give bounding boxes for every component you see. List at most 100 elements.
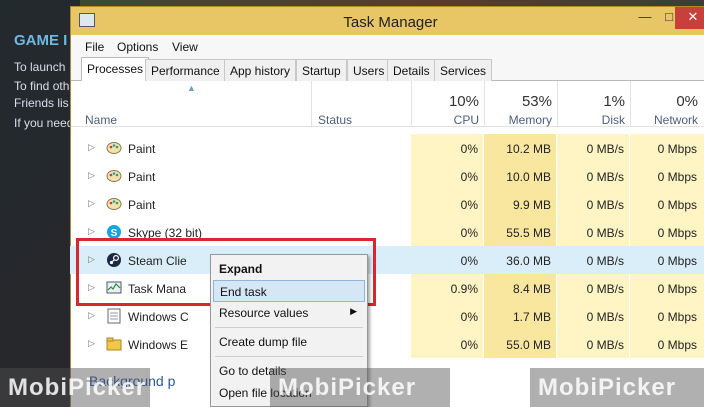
process-row[interactable]: ▷ Windows C 0% 1.7 MB 0 MB/s 0 Mbps — [70, 302, 704, 330]
menu-view[interactable]: View — [172, 40, 198, 54]
disk-value: 0 MB/s — [586, 310, 624, 324]
network-value: 0 Mbps — [657, 198, 697, 212]
memory-value: 36.0 MB — [506, 254, 551, 268]
network-value: 0 Mbps — [657, 310, 697, 324]
cpu-value: 0% — [460, 310, 478, 324]
memory-value: 10.2 MB — [506, 142, 551, 156]
process-name: Windows E — [128, 338, 189, 352]
explorer-icon — [106, 336, 122, 352]
cpu-value: 0% — [460, 142, 478, 156]
menu-separator — [215, 356, 363, 357]
process-row[interactable]: ▷ Paint 0% 10.2 MB 0 MB/s 0 Mbps — [70, 134, 704, 162]
process-row[interactable]: ▷ Paint 0% 10.0 MB 0 MB/s 0 Mbps — [70, 162, 704, 190]
cpu-usage-percent[interactable]: 10% — [416, 93, 479, 110]
disk-value: 0 MB/s — [586, 142, 624, 156]
disk-value: 0 MB/s — [586, 338, 624, 352]
cpu-value: 0% — [460, 170, 478, 184]
column-divider[interactable] — [411, 81, 412, 126]
submenu-arrow-icon: ▶ — [350, 306, 357, 316]
column-divider[interactable] — [630, 81, 631, 126]
windows-app-icon — [106, 308, 122, 324]
memory-value: 55.5 MB — [506, 226, 551, 240]
column-headers: ▲ Name Status 10% CPU 53% Memory 1% Disk… — [71, 81, 704, 127]
expand-arrow-icon[interactable]: ▷ — [88, 338, 95, 349]
cpu-value: 0% — [460, 226, 478, 240]
tab-details[interactable]: Details — [387, 59, 436, 81]
cpu-value: 0% — [460, 198, 478, 212]
memory-value: 10.0 MB — [506, 170, 551, 184]
menu-item-expand[interactable]: Expand — [213, 258, 365, 280]
menu-item-end-task[interactable]: End task — [213, 280, 365, 302]
column-network-header[interactable]: Network — [635, 113, 698, 127]
process-row[interactable]: ▷ Windows E 0% 55.0 MB 0 MB/s 0 Mbps — [70, 330, 704, 358]
paint-icon — [106, 140, 122, 156]
background-text-line: Friends lis — [14, 96, 69, 110]
tab-performance[interactable]: Performance — [145, 59, 226, 81]
window-title: Task Manager — [343, 14, 438, 31]
tab-bar: Processes Performance App history Startu… — [71, 57, 704, 82]
menu-file[interactable]: File — [85, 40, 104, 54]
process-name: Paint — [128, 198, 156, 212]
menu-separator — [215, 327, 363, 328]
memory-value: 55.0 MB — [506, 338, 551, 352]
network-value: 0 Mbps — [657, 142, 697, 156]
network-value: 0 Mbps — [657, 226, 697, 240]
expand-arrow-icon[interactable]: ▷ — [88, 142, 95, 153]
background-text-line: If you need — [14, 116, 74, 130]
tab-processes[interactable]: Processes — [81, 57, 150, 82]
column-divider[interactable] — [311, 81, 312, 126]
network-value: 0 Mbps — [657, 170, 697, 184]
watermark: MobiPicker — [530, 368, 704, 407]
disk-value: 0 MB/s — [586, 282, 624, 296]
cpu-value: 0% — [460, 254, 478, 268]
paint-icon — [106, 196, 122, 212]
menu-item-resource-values[interactable]: Resource values ▶ — [213, 302, 365, 324]
tab-startup[interactable]: Startup — [296, 59, 347, 81]
expand-arrow-icon[interactable]: ▷ — [88, 310, 95, 321]
background-title: GAME I — [14, 32, 68, 49]
process-name: Paint — [128, 170, 156, 184]
disk-usage-percent[interactable]: 1% — [562, 93, 625, 110]
disk-value: 0 MB/s — [586, 170, 624, 184]
cpu-value: 0% — [460, 338, 478, 352]
column-disk-header[interactable]: Disk — [562, 113, 625, 127]
title-bar[interactable]: Task Manager — □ ✕ — [71, 7, 704, 35]
sort-arrow-icon: ▲ — [187, 83, 196, 93]
tab-services[interactable]: Services — [434, 59, 493, 81]
menu-item-label: Resource values — [219, 306, 309, 320]
disk-value: 0 MB/s — [586, 226, 624, 240]
background-text-line: To launch — [14, 60, 66, 74]
expand-arrow-icon[interactable]: ▷ — [88, 170, 95, 181]
menu-bar: File Options View — [71, 35, 704, 57]
menu-options[interactable]: Options — [117, 40, 158, 54]
column-divider[interactable] — [557, 81, 558, 126]
column-divider[interactable] — [484, 81, 485, 126]
column-memory-header[interactable]: Memory — [489, 113, 552, 127]
process-name: Paint — [128, 142, 156, 156]
close-button[interactable]: ✕ — [675, 7, 704, 29]
network-value: 0 Mbps — [657, 282, 697, 296]
memory-value: 8.4 MB — [512, 282, 551, 296]
watermark: MobiPicker — [270, 368, 450, 407]
network-value: 0 Mbps — [657, 254, 697, 268]
tab-app-history[interactable]: App history — [224, 59, 297, 81]
tab-users[interactable]: Users — [347, 59, 391, 81]
network-value: 0 Mbps — [657, 338, 697, 352]
column-status-header[interactable]: Status — [318, 113, 352, 127]
expand-arrow-icon[interactable]: ▷ — [88, 198, 95, 209]
disk-value: 0 MB/s — [586, 254, 624, 268]
paint-icon — [106, 168, 122, 184]
network-usage-percent[interactable]: 0% — [635, 93, 698, 110]
column-name-header[interactable]: Name — [85, 113, 117, 127]
disk-value: 0 MB/s — [586, 198, 624, 212]
watermark: MobiPicker — [0, 368, 150, 407]
menu-item-create-dump-file[interactable]: Create dump file — [213, 331, 365, 353]
memory-value: 9.9 MB — [512, 198, 551, 212]
background-text-line: To find oth — [14, 79, 70, 93]
memory-value: 1.7 MB — [512, 310, 551, 324]
cpu-value: 0.9% — [450, 282, 478, 296]
memory-usage-percent[interactable]: 53% — [489, 93, 552, 110]
process-row[interactable]: ▷ Paint 0% 9.9 MB 0 MB/s 0 Mbps — [70, 190, 704, 218]
column-cpu-header[interactable]: CPU — [416, 113, 479, 127]
expand-arrow-icon[interactable]: ▷ — [88, 226, 95, 237]
